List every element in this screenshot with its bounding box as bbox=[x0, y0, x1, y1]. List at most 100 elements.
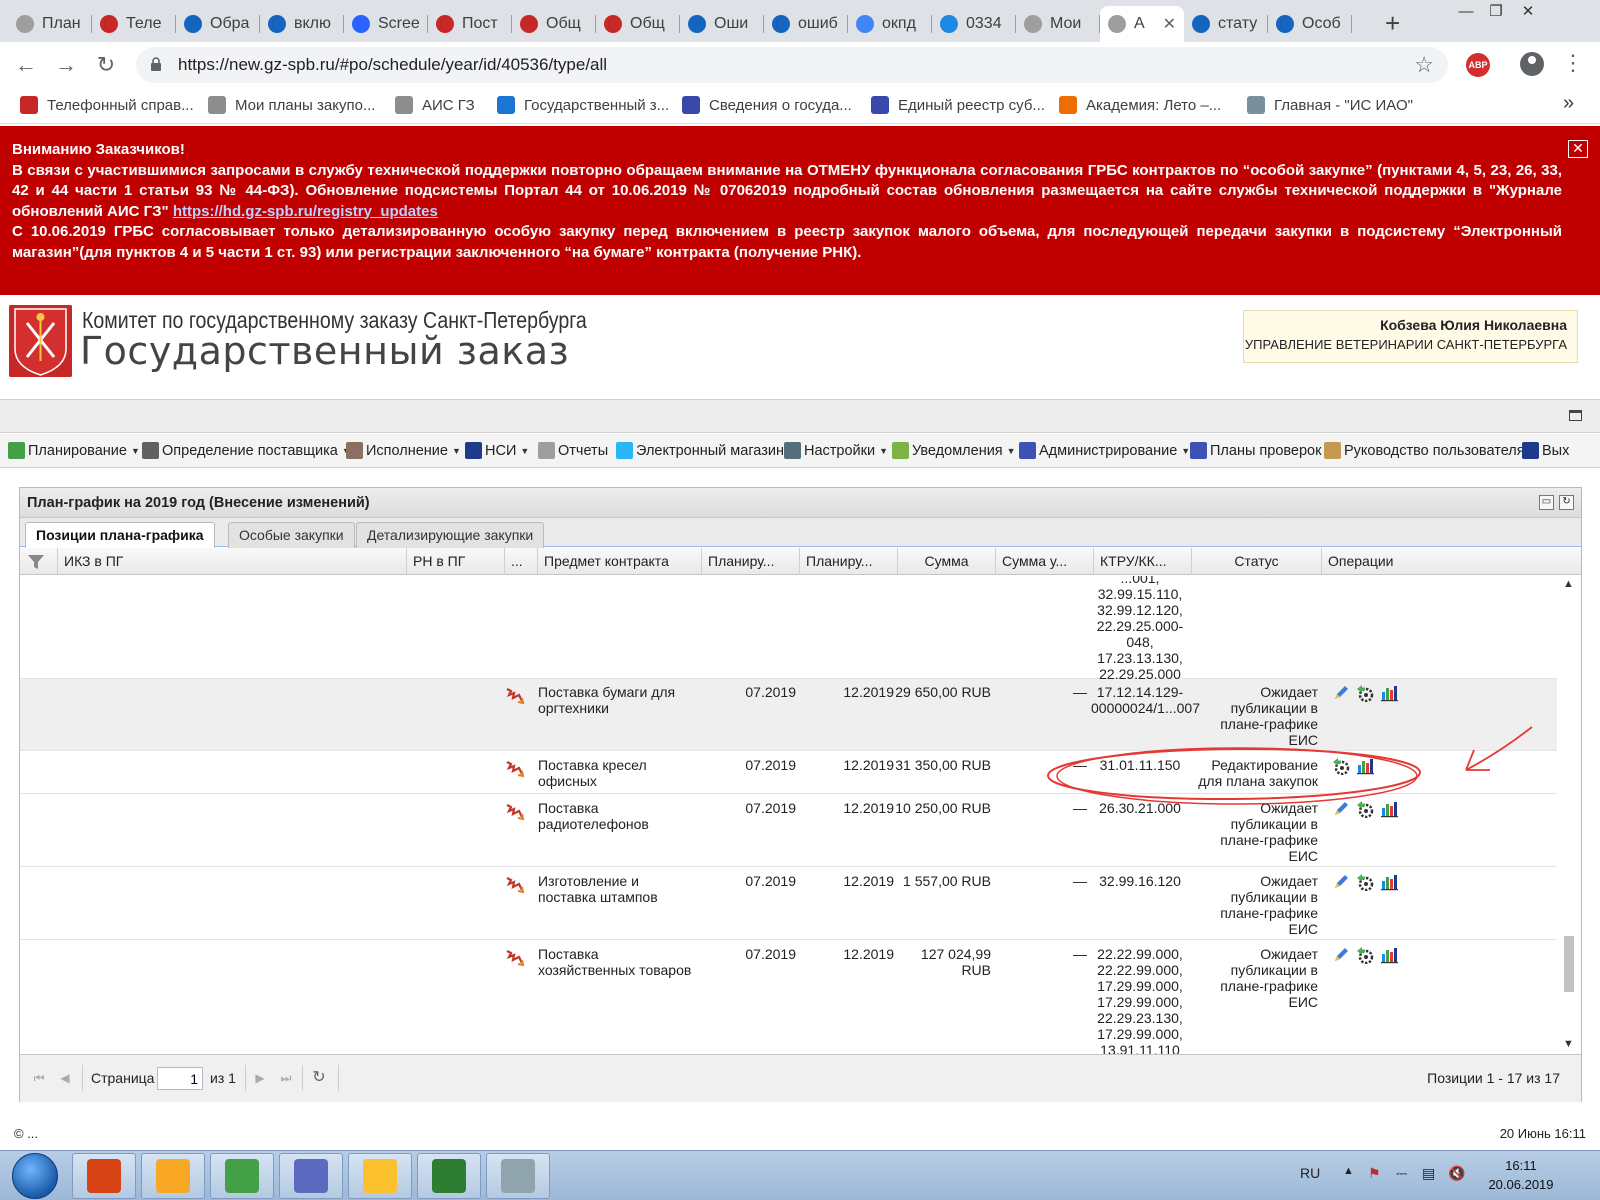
bookmark-item[interactable]: Телефонный справ... bbox=[20, 96, 194, 114]
browser-tab[interactable]: Теле bbox=[92, 6, 176, 42]
table-row[interactable]: Поставка бумаги для оргтехники 07.2019 12.… bbox=[20, 679, 1557, 751]
browser-tab[interactable]: вклю bbox=[260, 6, 344, 42]
next-page-icon[interactable]: ▶ bbox=[253, 1071, 267, 1085]
nav-item-7[interactable]: Уведомления ▼ bbox=[892, 442, 1016, 459]
browser-tab[interactable]: окпд bbox=[848, 6, 932, 42]
settings-icon[interactable] bbox=[1356, 946, 1374, 965]
column-more[interactable]: ... bbox=[505, 548, 538, 575]
banner-close-icon[interactable]: ✕ bbox=[1568, 140, 1588, 158]
tray-expand-icon[interactable]: ▲ bbox=[1343, 1165, 1354, 1177]
nav-item-1[interactable]: Определение поставщика▼ bbox=[142, 442, 351, 459]
forward-icon[interactable]: → bbox=[52, 51, 80, 79]
tab-detailing-purchases[interactable]: Детализирующие закупки bbox=[356, 522, 545, 548]
reload-icon[interactable]: ↻ bbox=[92, 51, 120, 79]
edit-icon[interactable] bbox=[1332, 684, 1350, 702]
table-row[interactable]: Изготовление и поставка штампов 07.2019 12… bbox=[20, 868, 1557, 940]
column-planned-2[interactable]: Планиру... bbox=[800, 548, 898, 575]
settings-icon[interactable] bbox=[1356, 684, 1374, 703]
column-planned-1[interactable]: Планиру... bbox=[702, 548, 800, 575]
column-operations[interactable]: Операции bbox=[1322, 548, 1583, 575]
column-sum[interactable]: Сумма bbox=[898, 548, 996, 575]
calendar-app[interactable] bbox=[279, 1153, 343, 1199]
browser-tab[interactable]: Общ bbox=[596, 6, 680, 42]
browser-tab[interactable]: А ✕ bbox=[1100, 6, 1184, 42]
last-page-icon[interactable]: ⏭ bbox=[279, 1071, 293, 1085]
browser-tab[interactable]: Обра bbox=[176, 6, 260, 42]
nav-item-2[interactable]: Исполнение ▼ bbox=[346, 442, 461, 459]
scroll-down-icon[interactable]: ▼ bbox=[1563, 1038, 1574, 1050]
settings-icon[interactable] bbox=[1356, 873, 1374, 892]
chart-icon[interactable] bbox=[1380, 873, 1398, 891]
adblock-icon[interactable]: ABP bbox=[1466, 53, 1490, 77]
column-status[interactable]: Статус bbox=[1192, 548, 1322, 575]
chart-icon[interactable] bbox=[1380, 946, 1398, 964]
bookmark-item[interactable]: Мои планы закупо... bbox=[208, 96, 375, 114]
scroll-up-icon[interactable]: ▲ bbox=[1563, 578, 1574, 590]
chrome-app[interactable] bbox=[210, 1153, 274, 1199]
chart-icon[interactable] bbox=[1356, 757, 1374, 775]
profile-icon[interactable] bbox=[1520, 52, 1544, 76]
column-sum-u[interactable]: Сумма у... bbox=[996, 548, 1094, 575]
bookmark-item[interactable]: Единый реестр суб... bbox=[871, 96, 1045, 114]
explorer-app[interactable] bbox=[348, 1153, 412, 1199]
bookmark-item[interactable]: Государственный з... bbox=[497, 96, 669, 114]
table-row-partial[interactable]: ...001, 32.99.15.110, 32.99.12.120, 22.2… bbox=[20, 576, 1557, 682]
panel-maximize-icon[interactable]: ▭ bbox=[1539, 495, 1554, 510]
settings-icon[interactable] bbox=[1332, 757, 1350, 776]
nav-item-9[interactable]: Планы проверок bbox=[1190, 442, 1321, 459]
usb-icon[interactable]: ⎓ bbox=[1396, 1165, 1407, 1182]
maximize-icon[interactable] bbox=[1569, 410, 1582, 421]
network-icon[interactable]: ▤ bbox=[1422, 1165, 1435, 1182]
edit-icon[interactable] bbox=[1332, 946, 1350, 964]
table-row[interactable]: Поставка кресел офисных 07.2019 12.2019 31 … bbox=[20, 752, 1557, 794]
bookmark-item[interactable]: Академия: Лето –... bbox=[1059, 96, 1221, 114]
action-center-icon[interactable]: ⚑ bbox=[1368, 1165, 1381, 1182]
nav-item-4[interactable]: Отчеты bbox=[538, 442, 608, 459]
browser-tab[interactable]: Пост bbox=[428, 6, 512, 42]
column-subject[interactable]: Предмет контракта bbox=[538, 548, 702, 575]
tab-special-purchases[interactable]: Особые закупки bbox=[228, 522, 355, 548]
tab-plan-positions[interactable]: Позиции плана-графика bbox=[25, 522, 215, 549]
column-rn[interactable]: РН в ПГ bbox=[407, 548, 505, 575]
bookmark-item[interactable]: АИС ГЗ bbox=[395, 96, 475, 114]
browser-tab[interactable]: ошиб bbox=[764, 6, 848, 42]
edit-icon[interactable] bbox=[1332, 800, 1350, 818]
mail-app[interactable] bbox=[141, 1153, 205, 1199]
first-page-icon[interactable]: ⏮ bbox=[32, 1071, 46, 1085]
start-button[interactable] bbox=[12, 1153, 58, 1199]
nav-item-0[interactable]: Планирование ▼ bbox=[8, 442, 140, 459]
table-row[interactable]: Поставка хозяйственных товаров 07.2019 12.… bbox=[20, 941, 1557, 1054]
more-bookmarks-icon[interactable]: » bbox=[1563, 92, 1574, 115]
grid-scrollbar[interactable]: ▲ ▼ bbox=[1558, 576, 1580, 1054]
chart-icon[interactable] bbox=[1380, 684, 1398, 702]
browser-tab[interactable]: стату bbox=[1184, 6, 1268, 42]
bookmark-star-icon[interactable]: ☆ bbox=[1414, 52, 1434, 78]
edit-icon[interactable] bbox=[1332, 873, 1350, 891]
language-indicator[interactable]: RU bbox=[1300, 1165, 1320, 1181]
chart-icon[interactable] bbox=[1380, 800, 1398, 818]
column-ikz[interactable]: ИКЗ в ПГ bbox=[58, 548, 407, 575]
refresh-icon[interactable]: ↻ bbox=[312, 1070, 326, 1086]
excel-app[interactable] bbox=[417, 1153, 481, 1199]
nav-item-5[interactable]: Электронный магазин bbox=[616, 442, 784, 459]
menu-icon[interactable]: ⋮ bbox=[1562, 50, 1584, 76]
nav-item-10[interactable]: Руководство пользователя bbox=[1324, 442, 1525, 459]
browser-tab[interactable]: 0334 bbox=[932, 6, 1016, 42]
page-number-input[interactable] bbox=[157, 1067, 203, 1090]
prev-page-icon[interactable]: ◀ bbox=[58, 1071, 72, 1085]
registry-updates-link[interactable]: https://hd.gz-spb.ru/registry_updates bbox=[173, 203, 438, 220]
browser-tab[interactable]: Scree bbox=[344, 6, 428, 42]
nav-item-3[interactable]: НСИ ▼ bbox=[465, 442, 529, 459]
browser-tab[interactable]: Общ bbox=[512, 6, 596, 42]
scroll-thumb[interactable] bbox=[1564, 936, 1574, 992]
browser-tab[interactable]: План bbox=[8, 6, 92, 42]
clock[interactable]: 16:11 20.06.2019 bbox=[1476, 1156, 1566, 1194]
back-icon[interactable]: ← bbox=[12, 51, 40, 79]
address-bar[interactable]: https://new.gz-spb.ru/#po/schedule/year/… bbox=[136, 47, 1448, 83]
close-tab-icon[interactable]: ✕ bbox=[1163, 14, 1176, 34]
filter-clear-icon[interactable] bbox=[20, 548, 58, 575]
restore-button[interactable]: ❐ bbox=[1482, 0, 1510, 22]
browser-tab[interactable]: Оши bbox=[680, 6, 764, 42]
ccleaner-app[interactable] bbox=[72, 1153, 136, 1199]
panel-refresh-icon[interactable]: ↻ bbox=[1559, 495, 1574, 510]
